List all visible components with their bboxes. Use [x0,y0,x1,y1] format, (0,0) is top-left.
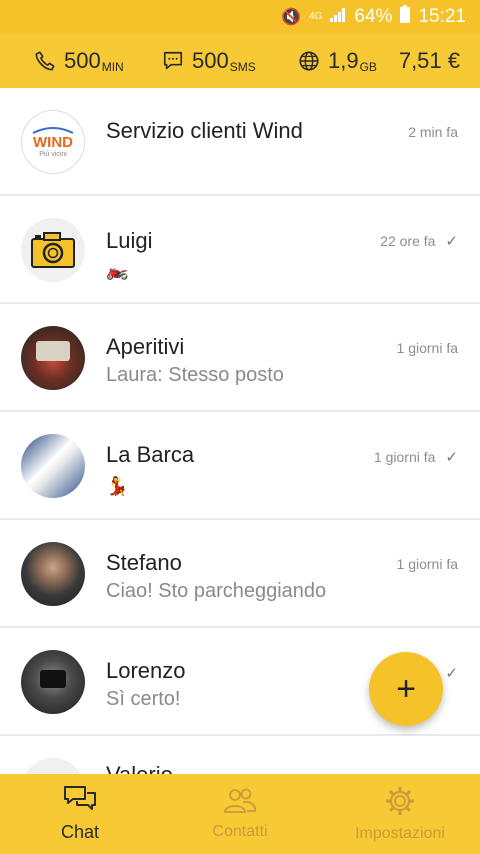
chat-time-label: 1 giorni fa [396,556,458,572]
tab-contatti[interactable]: Contatti [160,774,320,854]
new-chat-button[interactable]: + [369,652,443,726]
mute-icon: 🔇 [281,9,302,26]
photo-detail [36,341,70,361]
chat-preview: Ciao! Sto parcheggiando [106,580,327,602]
chat-time: 2 min fa [408,124,458,140]
chat-name: La Barca [106,442,195,467]
status-bar: 🔇 4G 64% 15:21 [0,0,480,34]
read-check-icon: ✓ [445,233,458,250]
chat-row-aperitivi[interactable]: Aperitivi Laura: Stesso posto 1 giorni f… [0,304,480,410]
chat-preview: Sì certo! [106,688,181,710]
signal-icon [330,6,346,28]
data-value: 1,9 [328,48,359,73]
chat-bubbles-icon [63,785,97,818]
chat-name: Stefano [106,550,182,575]
chat-row-la-barca[interactable]: La Barca 💃 1 giorni fa ✓ [0,412,480,518]
tab-impostazioni[interactable]: Impostazioni [320,774,480,854]
chat-row-stefano[interactable]: Stefano Ciao! Sto parcheggiando 1 giorni… [0,520,480,626]
chat-time: 22 ore fa ✓ [380,232,458,250]
quota-bar[interactable]: 500MIN 500SMS 1,9GB 7,51 € [0,34,480,88]
battery-icon [400,5,411,29]
tab-chat-label: Chat [60,822,100,842]
read-check-icon: ✓ [445,665,458,682]
group-photo-avatar [21,326,85,390]
minutes-unit: MIN [101,60,124,74]
chat-time: 1 giorni fa ✓ [374,448,458,466]
message-icon [162,50,184,72]
chat-time: 1 giorni fa [397,556,458,572]
data-unit: GB [359,60,377,74]
contact-photo-avatar [21,650,85,714]
chat-name: Lorenzo [106,658,186,683]
chat-name: Servizio clienti Wind [106,118,303,143]
minutes-value: 500 [64,48,101,73]
chat-time-label: 22 ore fa [380,233,436,249]
contact-photo-avatar [21,758,85,774]
battery-percent: 64% [354,6,393,27]
tab-impostazioni-label: Impostazioni [355,824,445,842]
chat-time-label: 2 min fa [408,124,458,140]
phone-icon [34,50,56,72]
minutes-quota[interactable]: 500MIN [34,48,162,74]
chat-preview: Laura: Stesso posto [106,364,284,386]
photo-detail [40,670,66,688]
chat-row-luigi[interactable]: Luigi 🏍️ 22 ore fa ✓ [0,196,480,302]
clock: 15:21 [418,6,466,27]
chat-preview-emoji: 💃 [106,476,129,496]
globe-icon [298,50,320,72]
chat-name: Valerio [106,762,173,774]
chat-row-servizio-clienti[interactable]: WIND Più vicini Servizio clienti Wind 2 … [0,88,480,194]
chat-time-label: 1 giorni fa [373,449,436,465]
chat-preview-emoji: 🏍️ [106,260,129,280]
sms-value: 500 [192,48,229,73]
network-type: 4G [309,11,323,22]
chat-name: Aperitivi [106,334,185,359]
gear-icon [385,786,415,821]
data-quota[interactable]: 1,9GB [298,48,394,74]
tab-chat[interactable]: Chat [0,774,160,854]
camera-avatar [21,218,85,282]
contact-photo-avatar [21,542,85,606]
credit-balance[interactable]: 7,51 € [399,48,460,74]
contacts-icon [223,788,257,819]
plus-icon: + [396,669,416,708]
chat-time-label: 1 giorni fa [396,340,458,356]
chat-row-valerio[interactable]: Valerio [0,736,480,774]
wind-logo-avatar: WIND Più vicini [21,110,85,174]
tab-contatti-label: Contatti [212,822,268,840]
wind-logo-text: WIND [33,134,73,151]
bottom-navigation: Chat Contatti Impostazioni [0,774,480,854]
sms-unit: SMS [229,60,256,74]
read-check-icon: ✓ [445,449,458,466]
group-photo-avatar [21,434,85,498]
chat-time: 1 giorni fa [397,340,458,356]
camera-icon [31,232,75,268]
wind-logo-subtitle: Più vicini [39,151,67,158]
chat-name: Luigi [106,228,153,253]
sms-quota[interactable]: 500SMS [162,48,298,74]
